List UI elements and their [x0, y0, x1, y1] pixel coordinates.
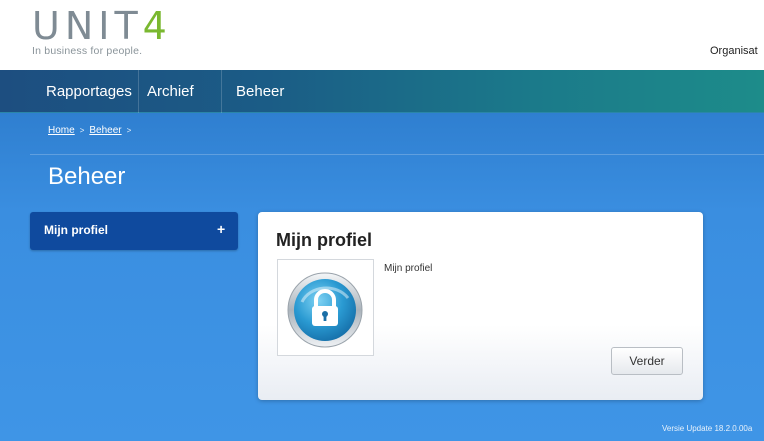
- top-header: UNIT4 In business for people. Organisat: [0, 0, 764, 70]
- breadcrumb-separator: >: [126, 126, 132, 135]
- breadcrumb-home-link[interactable]: Home: [48, 125, 75, 136]
- breadcrumb-beheer-link[interactable]: Beheer: [89, 125, 121, 136]
- title-divider: [30, 154, 764, 155]
- nav-item-beheer[interactable]: Beheer: [236, 70, 284, 113]
- unit4-logo[interactable]: UNIT4 In business for people.: [32, 6, 172, 57]
- page-title: Beheer: [48, 163, 126, 190]
- sidebar-item-mijn-profiel[interactable]: Mijn profiel +: [30, 212, 238, 250]
- lock-icon: [287, 272, 363, 348]
- nav-separator: [138, 70, 139, 113]
- version-label: Versie Update 18.2.0.00a: [662, 424, 753, 433]
- nav-separator: [221, 70, 222, 113]
- expand-plus-icon[interactable]: +: [217, 221, 225, 237]
- card-thumbnail[interactable]: [277, 259, 374, 356]
- mijn-profiel-card: Mijn profiel Mijn profiel Verder: [258, 212, 703, 400]
- breadcrumb: Home > Beheer >: [48, 125, 136, 136]
- nav-item-rapportages[interactable]: Rapportages: [46, 70, 132, 113]
- logo-wordmark: UNIT4: [32, 4, 172, 48]
- main-navigation: Rapportages Archief Beheer: [0, 70, 764, 113]
- sidebar-item-label: Mijn profiel: [44, 223, 108, 237]
- main-content: Home > Beheer > Beheer Mijn profiel + Mijn …: [0, 113, 764, 441]
- breadcrumb-separator: >: [79, 126, 85, 135]
- card-title: Mijn profiel: [276, 230, 372, 250]
- nav-item-archief[interactable]: Archief: [147, 70, 194, 113]
- card-description: Mijn profiel: [384, 263, 433, 274]
- verder-button[interactable]: Verder: [611, 347, 683, 375]
- organisation-selector[interactable]: Organisat: [710, 45, 758, 57]
